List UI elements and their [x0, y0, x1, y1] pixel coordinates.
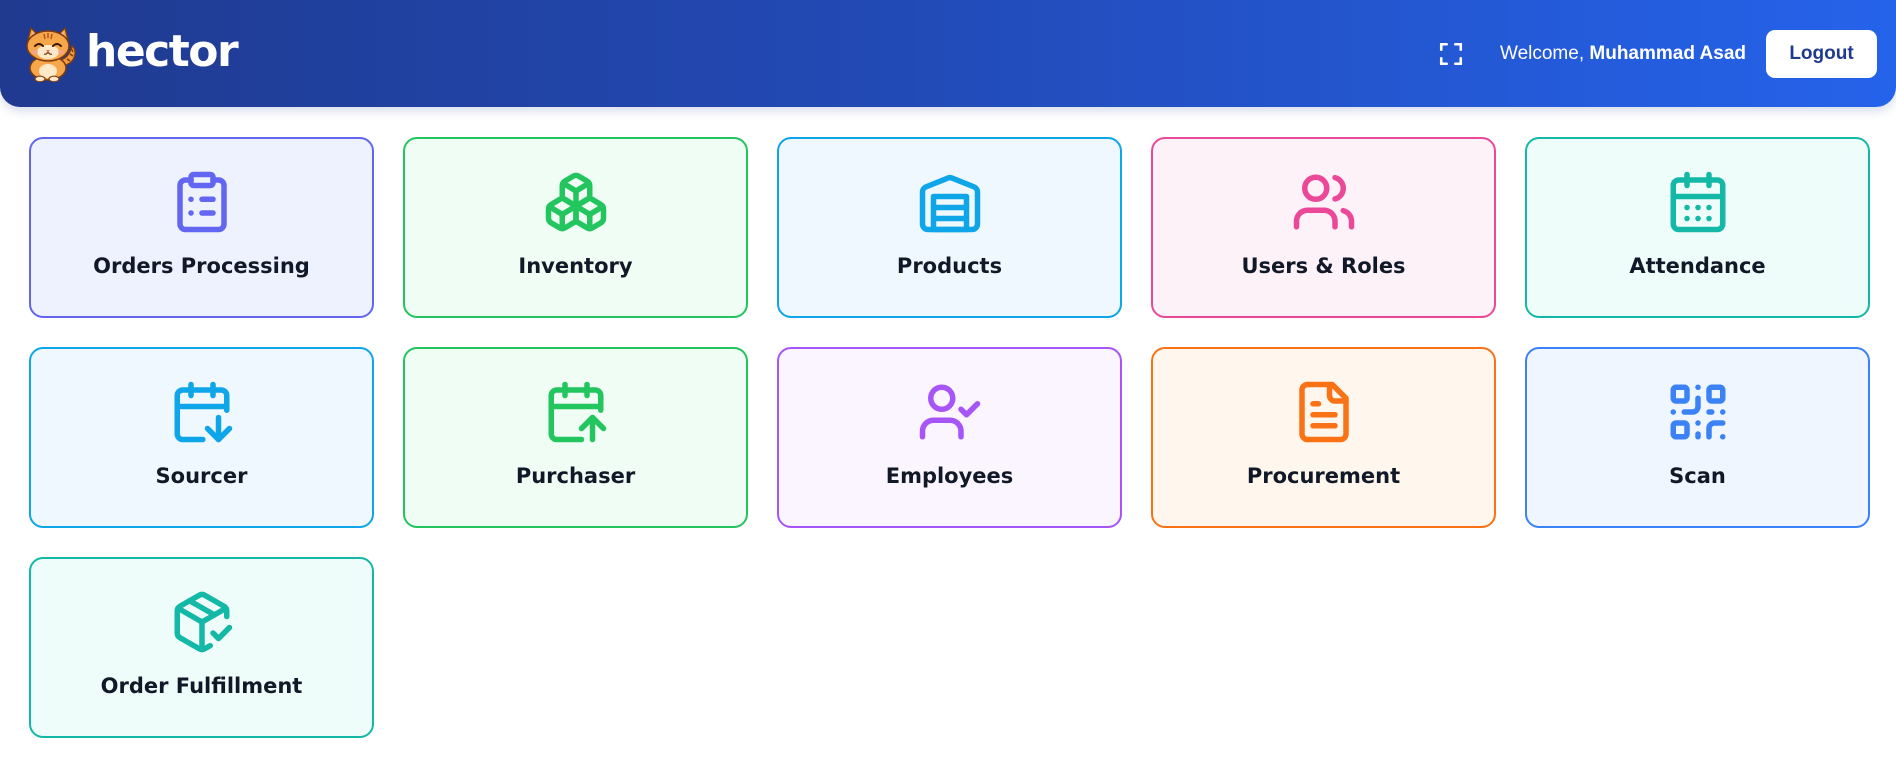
- package-check-icon: [169, 589, 235, 655]
- clipboard-list-icon: [169, 169, 235, 235]
- fullscreen-icon[interactable]: [1438, 41, 1464, 67]
- tile-label: Users & Roles: [1241, 254, 1406, 278]
- tile-scan[interactable]: Scan: [1525, 347, 1870, 528]
- file-text-icon: [1291, 379, 1357, 445]
- tile-label: Attendance: [1629, 254, 1766, 278]
- tile-sourcer[interactable]: Sourcer: [29, 347, 374, 528]
- warehouse-icon: [917, 169, 983, 235]
- calendar-arrow-up-icon: [543, 379, 609, 445]
- tile-order-fulfillment[interactable]: Order Fulfillment: [29, 557, 374, 738]
- tile-label: Orders Processing: [93, 254, 310, 278]
- tile-attendance[interactable]: Attendance: [1525, 137, 1870, 318]
- tile-label: Products: [896, 254, 1003, 278]
- tile-label: Order Fulfillment: [100, 674, 303, 698]
- tile-label: Inventory: [518, 254, 633, 278]
- tile-label: Procurement: [1246, 464, 1401, 488]
- boxes-icon: [543, 169, 609, 235]
- tile-users-roles[interactable]: Users & Roles: [1151, 137, 1496, 318]
- welcome-message: Welcome, Muhammad Asad: [1500, 43, 1746, 65]
- tile-products[interactable]: Products: [777, 137, 1122, 318]
- header-actions: Welcome, Muhammad Asad Logout: [1438, 30, 1877, 78]
- brand-logo[interactable]: hector: [18, 26, 239, 82]
- user-name: Muhammad Asad: [1589, 43, 1746, 64]
- tile-orders-processing[interactable]: Orders Processing: [29, 137, 374, 318]
- logout-button[interactable]: Logout: [1766, 30, 1877, 78]
- tile-purchaser[interactable]: Purchaser: [403, 347, 748, 528]
- tile-label: Purchaser: [515, 464, 636, 488]
- brand-name: hector: [86, 26, 239, 77]
- calendar-arrow-down-icon: [169, 379, 235, 445]
- tile-procurement[interactable]: Procurement: [1151, 347, 1496, 528]
- users-icon: [1291, 169, 1357, 235]
- cat-mascot-icon: [26, 27, 76, 82]
- tile-label: Sourcer: [155, 464, 248, 488]
- tile-inventory[interactable]: Inventory: [403, 137, 748, 318]
- qr-code-icon: [1665, 379, 1731, 445]
- module-grid: Orders Processing Inventory Products Use…: [29, 137, 1870, 738]
- top-header: hector Welcome, Muhammad Asad Logout: [0, 0, 1896, 107]
- tile-label: Scan: [1669, 464, 1726, 488]
- tile-label: Employees: [885, 464, 1014, 488]
- tile-employees[interactable]: Employees: [777, 347, 1122, 528]
- calendar-days-icon: [1665, 169, 1731, 235]
- user-check-icon: [917, 379, 983, 445]
- welcome-prefix: Welcome,: [1499, 43, 1585, 64]
